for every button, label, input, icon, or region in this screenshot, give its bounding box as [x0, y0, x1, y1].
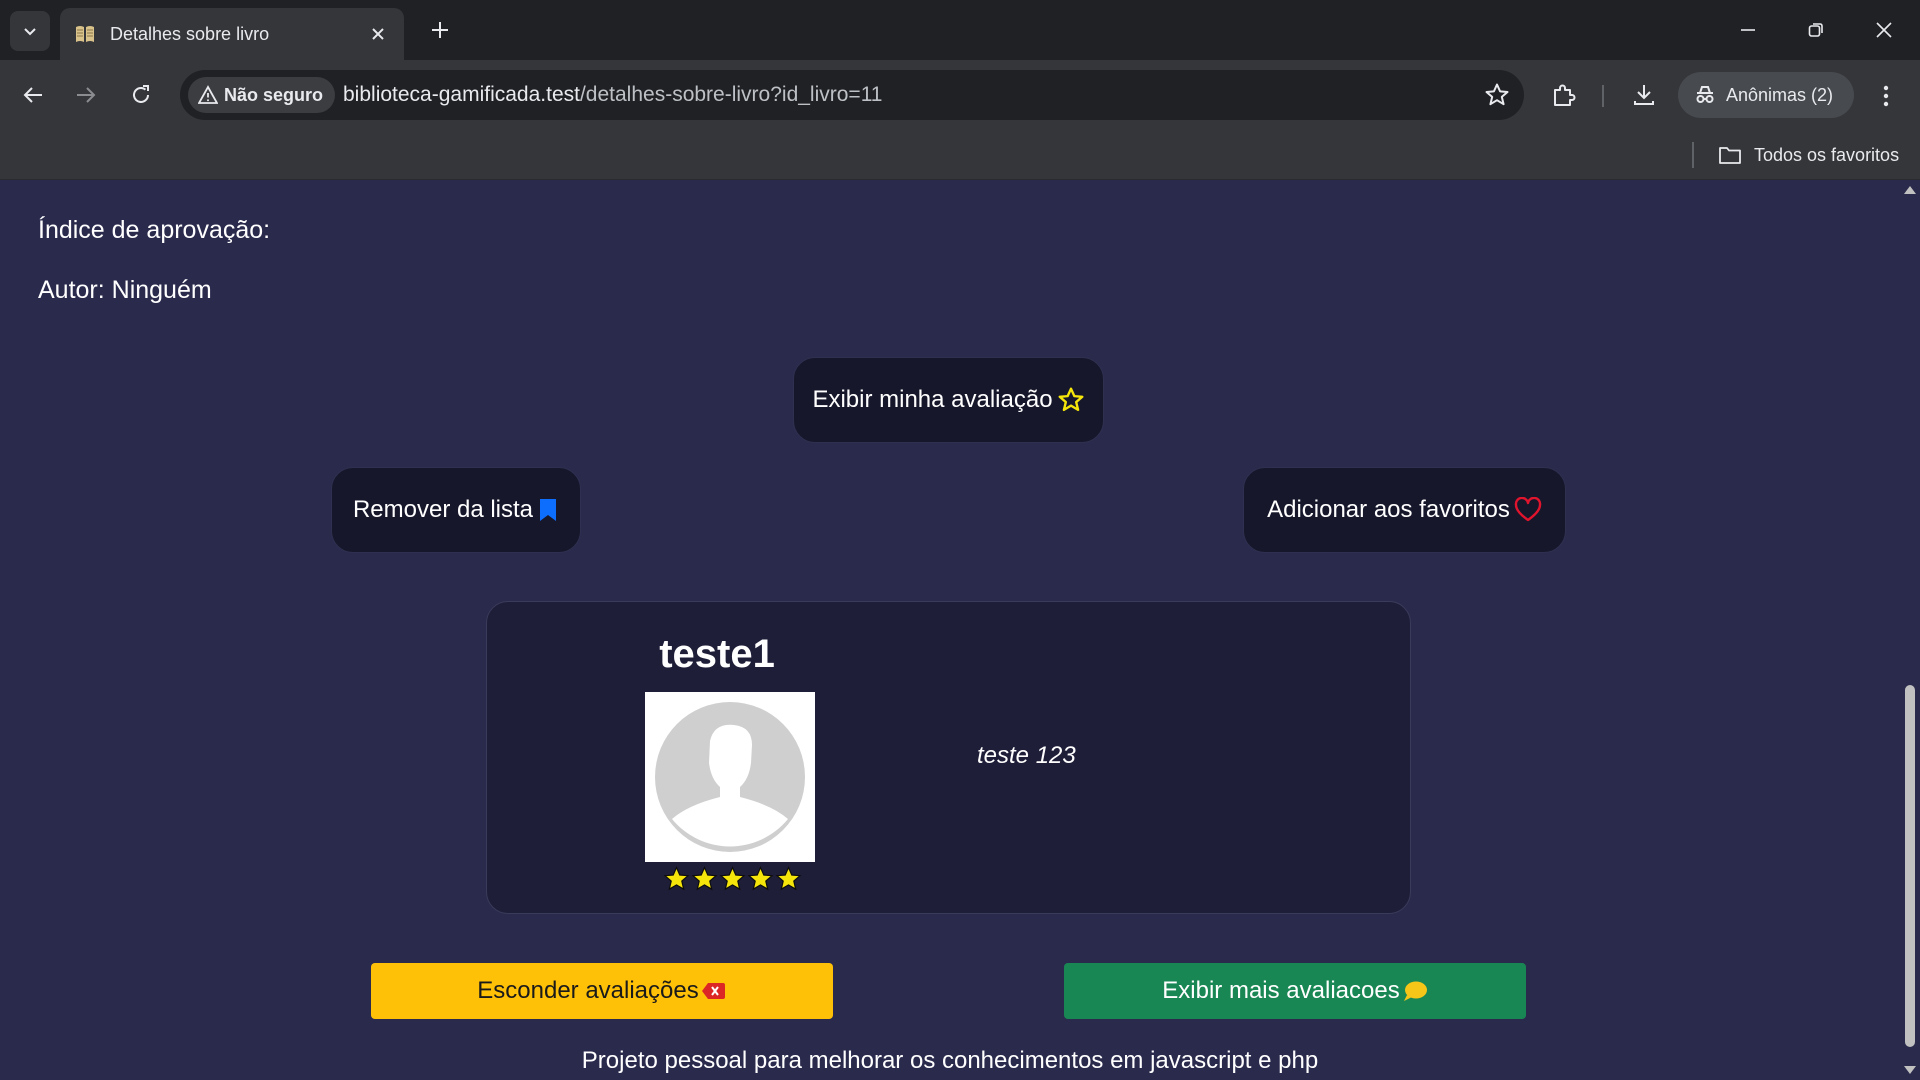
review-rating — [663, 866, 802, 892]
star-filled-icon — [719, 866, 746, 891]
footer-text: Projeto pessoal para melhorar os conheci… — [581, 1047, 1319, 1074]
bookmark-star-icon[interactable] — [1484, 82, 1510, 108]
hide-reviews-button[interactable]: Esconder avaliações — [371, 963, 833, 1019]
tab-list-button[interactable] — [10, 11, 50, 51]
book-favicon-icon — [76, 26, 94, 42]
window-close-icon — [1876, 22, 1892, 38]
scroll-up-arrow[interactable] — [1904, 186, 1916, 194]
bookmarks-bar: Todos os favoritos — [0, 130, 1920, 180]
restore-button[interactable] — [1788, 6, 1844, 54]
show-more-reviews-button[interactable]: Exibir mais avaliacoes — [1064, 963, 1526, 1019]
minimize-button[interactable] — [1720, 6, 1776, 54]
security-chip[interactable]: Não seguro — [188, 77, 336, 113]
book-author: Autor: Ninguém — [38, 276, 212, 304]
forward-icon — [77, 87, 96, 103]
tab-list-icon — [24, 28, 36, 36]
all-bookmarks-button[interactable]: Todos os favoritos — [1718, 140, 1899, 170]
extensions-icon — [1554, 84, 1576, 106]
show-more-reviews-label: Exibir mais avaliacoes — [1162, 977, 1400, 1004]
page-scrollbar[interactable] — [1900, 180, 1920, 1080]
url-path: /detalhes-sobre-livro?id_livro=11 — [579, 83, 883, 106]
profile-label: Anônimas (2) — [1726, 84, 1834, 105]
add-to-favorites-button[interactable]: Adicionar aos favoritos — [1243, 467, 1566, 553]
all-bookmarks-label: Todos os favoritos — [1754, 144, 1900, 165]
more-icon — [1883, 85, 1889, 107]
downloads-button[interactable] — [1628, 79, 1660, 111]
scroll-down-arrow[interactable] — [1904, 1066, 1916, 1074]
chat-bubble-icon — [1403, 981, 1427, 1001]
active-tab[interactable]: Detalhes sobre livro — [60, 8, 404, 60]
tab-title: Detalhes sobre livro — [110, 23, 270, 44]
show-my-review-button[interactable]: Exibir minha avaliação — [793, 357, 1104, 443]
avatar — [645, 692, 815, 862]
url-text[interactable]: biblioteca-gamificada.test/detalhes-sobr… — [343, 83, 883, 107]
window-close-button[interactable] — [1856, 6, 1912, 54]
review-text: teste 123 — [977, 742, 1076, 769]
tab-close-button[interactable] — [366, 22, 390, 46]
back-button[interactable] — [15, 77, 51, 113]
folder-icon — [1719, 147, 1741, 164]
heart-icon — [1514, 497, 1542, 522]
page-content: Índice de aprovação: Autor: Ninguém Exib… — [0, 180, 1900, 1080]
toolbar-divider — [1602, 85, 1604, 107]
remove-from-list-label: Remover da lista — [352, 496, 534, 523]
show-my-review-label: Exibir minha avaliação — [812, 386, 1053, 413]
extensions-button[interactable] — [1548, 79, 1580, 111]
security-label: Não seguro — [224, 84, 324, 105]
new-tab-button[interactable] — [424, 14, 456, 46]
hide-reviews-label: Esconder avaliações — [477, 977, 699, 1004]
warning-icon — [198, 85, 218, 104]
minimize-icon — [1741, 29, 1755, 31]
user-placeholder-icon — [655, 702, 805, 852]
bookmarks-separator — [1692, 142, 1694, 168]
star-outline-icon — [1058, 387, 1084, 412]
star-filled-icon — [775, 866, 802, 891]
add-to-favorites-label: Adicionar aos favoritos — [1267, 496, 1510, 523]
star-filled-icon — [663, 866, 690, 891]
tab-strip: Detalhes sobre livro — [0, 0, 1920, 60]
profile-chip[interactable]: Anônimas (2) — [1678, 72, 1854, 118]
reload-icon — [133, 85, 149, 103]
star-filled-icon — [747, 866, 774, 891]
x-square-icon — [701, 983, 725, 999]
url-host: biblioteca-gamificada.test — [343, 83, 580, 106]
approval-index: Índice de aprovação: — [38, 216, 271, 244]
review-card: teste1 teste 123 — [486, 601, 1411, 914]
close-icon — [372, 28, 384, 40]
reload-button[interactable] — [123, 77, 159, 113]
browser-menu-button[interactable] — [1870, 80, 1902, 112]
restore-icon — [1808, 23, 1823, 37]
star-filled-icon — [691, 866, 718, 891]
address-bar[interactable]: Não seguro biblioteca-gamificada.test/de… — [180, 70, 1524, 120]
review-username: teste1 — [659, 632, 775, 676]
download-icon — [1634, 85, 1654, 105]
browser-toolbar: Não seguro biblioteca-gamificada.test/de… — [0, 60, 1920, 130]
forward-button[interactable] — [68, 77, 104, 113]
back-icon — [23, 87, 42, 103]
remove-from-list-button[interactable]: Remover da lista — [331, 467, 581, 553]
incognito-icon — [1696, 86, 1714, 103]
plus-icon — [432, 22, 448, 38]
scroll-thumb[interactable] — [1905, 685, 1915, 1047]
bookmark-icon — [540, 499, 557, 521]
